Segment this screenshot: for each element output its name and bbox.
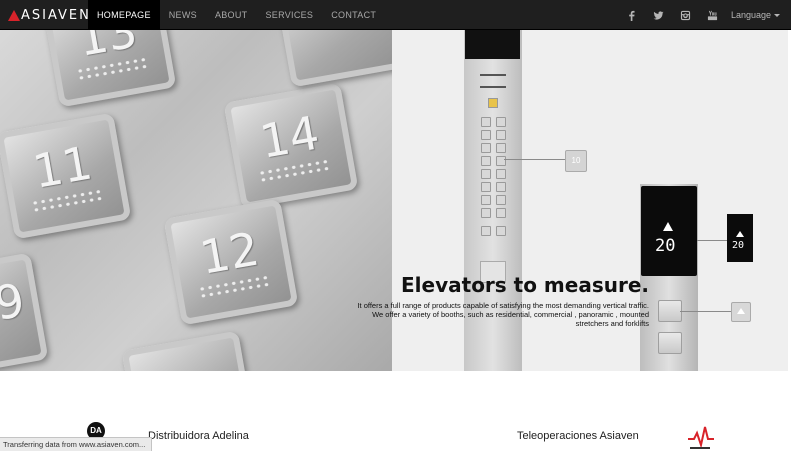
social-links bbox=[618, 0, 726, 30]
browser-status-bar: Transferring data from www.asiaven.com..… bbox=[0, 437, 153, 451]
teleoperaciones-logo-icon[interactable] bbox=[684, 423, 716, 450]
arrow-up-icon bbox=[736, 231, 744, 237]
facebook-icon[interactable] bbox=[618, 10, 645, 21]
callout-line bbox=[680, 311, 731, 312]
panel-key bbox=[496, 182, 506, 192]
partner-name-adelina[interactable]: Distribuidora Adelina bbox=[148, 430, 249, 442]
nav-item-homepage[interactable]: HOMEPAGE bbox=[88, 0, 160, 30]
hero-description: It offers a full range of products capab… bbox=[357, 301, 649, 328]
panel-key bbox=[496, 117, 506, 127]
top-navbar: ASIAVEN HOMEPAGE NEWS ABOUT SERVICES CON… bbox=[0, 0, 791, 30]
button-number: 11 bbox=[28, 135, 96, 199]
button-number: 9 bbox=[0, 272, 29, 331]
panel-key bbox=[481, 143, 491, 153]
elevator-button: 14 bbox=[223, 82, 359, 210]
twitter-icon[interactable] bbox=[645, 10, 672, 21]
panel-key bbox=[496, 169, 506, 179]
language-label: Language bbox=[731, 10, 772, 20]
up-button-callout bbox=[731, 302, 751, 322]
panel-key bbox=[481, 208, 491, 218]
panel-display-screen bbox=[465, 30, 520, 59]
panel-key bbox=[496, 156, 506, 166]
arrow-up-icon bbox=[663, 222, 673, 231]
panel-key bbox=[481, 182, 491, 192]
panel-key bbox=[481, 169, 491, 179]
panel-key bbox=[496, 143, 506, 153]
elevator-button: 11 bbox=[0, 112, 132, 240]
hero-image-buttons: 13 14 11 12 9 bbox=[0, 30, 392, 371]
nav-item-contact[interactable]: CONTACT bbox=[322, 0, 385, 30]
elevator-button: 12 bbox=[163, 198, 299, 326]
elevator-button: 9 bbox=[0, 252, 49, 371]
panel-key bbox=[481, 130, 491, 140]
panel-key bbox=[481, 195, 491, 205]
panel-key bbox=[496, 130, 506, 140]
elevator-button bbox=[273, 30, 392, 88]
button-number: 14 bbox=[255, 105, 323, 169]
panel-key bbox=[496, 195, 506, 205]
mini-display-number: 20 bbox=[732, 240, 745, 251]
brand-name: ASIAVEN bbox=[21, 7, 91, 23]
floor-display-screen bbox=[641, 186, 697, 276]
callout-line bbox=[697, 240, 727, 241]
nav-item-services[interactable]: SERVICES bbox=[256, 0, 322, 30]
elevator-button: 13 bbox=[41, 30, 177, 108]
nav-item-news[interactable]: NEWS bbox=[160, 0, 206, 30]
button-number: 12 bbox=[195, 221, 263, 285]
hero-title: Elevators to measure. bbox=[401, 273, 649, 297]
mini-display-callout bbox=[727, 214, 753, 262]
panel-key bbox=[481, 226, 491, 236]
panel-logo-mark bbox=[480, 74, 506, 88]
panel-key bbox=[496, 208, 506, 218]
elevator-button bbox=[121, 330, 257, 371]
youtube-icon[interactable] bbox=[699, 10, 726, 21]
nav-item-about[interactable]: ABOUT bbox=[206, 0, 257, 30]
floor-display-number: 20 bbox=[655, 236, 676, 256]
main-nav: HOMEPAGE NEWS ABOUT SERVICES CONTACT bbox=[88, 0, 385, 30]
language-dropdown[interactable]: Language bbox=[731, 0, 781, 30]
callout-line bbox=[504, 159, 565, 160]
panel-key bbox=[481, 156, 491, 166]
logo-triangle-icon bbox=[8, 9, 20, 21]
panel-key bbox=[481, 117, 491, 127]
instagram-icon[interactable] bbox=[672, 10, 699, 21]
brand-logo[interactable]: ASIAVEN bbox=[8, 7, 91, 23]
call-up-button bbox=[658, 300, 682, 322]
alarm-button-icon bbox=[488, 98, 498, 108]
partner-name-teleoperaciones[interactable]: Teleoperaciones Asiaven bbox=[517, 430, 639, 442]
floor-button-callout: 10 bbox=[565, 150, 587, 172]
call-down-button bbox=[658, 332, 682, 354]
chevron-down-icon bbox=[774, 14, 781, 18]
panel-key bbox=[496, 226, 506, 236]
